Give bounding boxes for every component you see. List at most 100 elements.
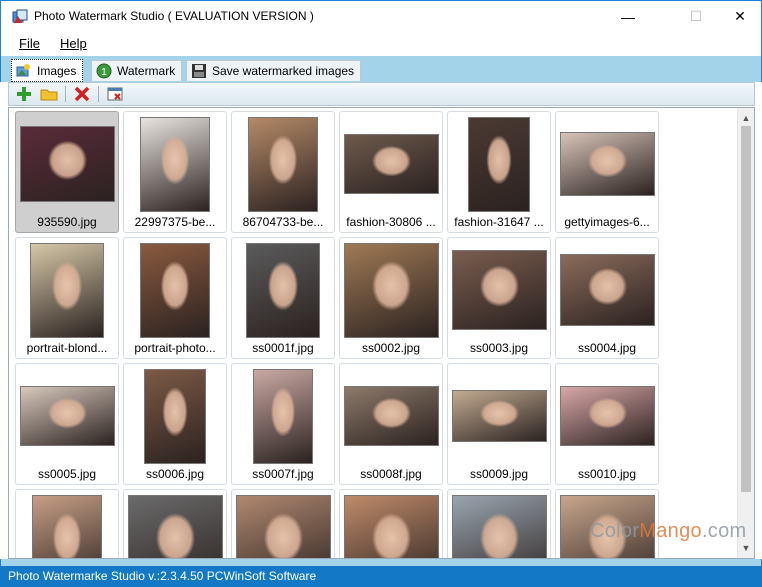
- window-title: Photo Watermark Studio ( EVALUATION VERS…: [34, 9, 314, 23]
- chevron-down-icon: ▼: [741, 543, 751, 553]
- image-thumbnail-item[interactable]: fashion-30806 ...: [339, 111, 443, 233]
- images-icon: [16, 63, 30, 76]
- thumbnail-filename: 935590.jpg: [37, 215, 97, 229]
- image-gallery[interactable]: 935590.jpg 22997375-be... 86704733-be... fa…: [8, 107, 755, 559]
- scroll-up-button[interactable]: ▲: [738, 110, 754, 126]
- tab-save-label: Save watermarked images: [212, 64, 355, 78]
- image-thumbnail-item[interactable]: 22997375-be...: [123, 111, 227, 233]
- thumbnail-filename: ss0005.jpg: [37, 467, 97, 481]
- menu-bar: File Help: [0, 32, 762, 56]
- save-icon: [192, 64, 206, 78]
- photo-thumbnail: [236, 495, 331, 558]
- thumbnail-filename: 86704733-be...: [242, 215, 324, 229]
- clear-list-button[interactable]: [106, 85, 124, 103]
- photo-thumbnail: [344, 243, 439, 338]
- image-thumbnail-item[interactable]: portrait-photo...: [123, 237, 227, 359]
- folder-icon: [40, 89, 58, 101]
- thumbnail-filename: fashion-31647 ...: [454, 215, 544, 229]
- watermark-part1: Color: [590, 520, 640, 542]
- photo-thumbnail: [344, 386, 439, 446]
- close-button[interactable]: ✕: [717, 1, 762, 32]
- thumbnail-filename: ss0006.jpg: [145, 467, 205, 481]
- thumbnail-filename: portrait-photo...: [134, 341, 216, 355]
- menu-file[interactable]: File: [19, 36, 40, 51]
- photo-thumbnail: [20, 126, 115, 202]
- tab-watermark-label: Watermark: [117, 64, 176, 78]
- image-thumbnail-item[interactable]: 935590.jpg: [15, 111, 119, 233]
- minimize-icon: —: [621, 8, 635, 25]
- maximize-button[interactable]: ☐: [673, 1, 719, 32]
- thumbnail-filename: ss0009.jpg: [469, 467, 529, 481]
- bottom-spacer: [0, 559, 762, 566]
- watermark-part3: .com: [701, 520, 747, 542]
- thumbnail-filename: gettyimages-6...: [564, 215, 650, 229]
- add-images-button[interactable]: [15, 85, 33, 103]
- image-thumbnail-item[interactable]: ss0001f.jpg: [231, 237, 335, 359]
- photo-thumbnail: [144, 369, 206, 464]
- image-thumbnail-item[interactable]: [339, 489, 443, 558]
- image-thumbnail-item[interactable]: [123, 489, 227, 558]
- image-thumbnail-item[interactable]: ss0004.jpg: [555, 237, 659, 359]
- thumbnail-filename: 22997375-be...: [134, 215, 216, 229]
- image-thumbnail-item[interactable]: ss0007f.jpg: [231, 363, 335, 485]
- image-thumbnail-item[interactable]: ss0010.jpg: [555, 363, 659, 485]
- svg-text:1: 1: [101, 67, 107, 78]
- image-thumbnail-item[interactable]: ss0002.jpg: [339, 237, 443, 359]
- photo-thumbnail: [253, 369, 313, 464]
- scrollbar-thumb[interactable]: [741, 126, 751, 492]
- status-text: Photo Watermarke Studio v.:2.3.4.50 PCWi…: [8, 569, 317, 583]
- remove-image-button[interactable]: [73, 85, 91, 103]
- image-thumbnail-item[interactable]: 86704733-be...: [231, 111, 335, 233]
- photo-thumbnail: [128, 495, 223, 558]
- tab-watermark[interactable]: 1 Watermark: [91, 60, 183, 81]
- thumbnail-filename: ss0010.jpg: [577, 467, 637, 481]
- watermark-part2: Mango: [639, 520, 702, 542]
- photo-thumbnail: [32, 495, 102, 558]
- photo-thumbnail: [20, 386, 115, 446]
- photo-thumbnail: [452, 390, 547, 442]
- toolbar-separator: [98, 86, 99, 102]
- image-thumbnail-item[interactable]: ss0008f.jpg: [339, 363, 443, 485]
- image-thumbnail-item[interactable]: gettyimages-6...: [555, 111, 659, 233]
- site-watermark: ColorMango.com: [590, 520, 747, 543]
- menu-help[interactable]: Help: [60, 36, 87, 51]
- thumbnail-filename: portrait-blond...: [26, 341, 108, 355]
- image-thumbnail-item[interactable]: [15, 489, 119, 558]
- photo-thumbnail: [560, 386, 655, 446]
- title-bar: Photo Watermark Studio ( EVALUATION VERS…: [0, 0, 762, 32]
- image-toolbar: [8, 82, 755, 106]
- photo-thumbnail: [452, 495, 547, 558]
- photo-thumbnail: [452, 250, 547, 330]
- photo-thumbnail: [468, 117, 530, 212]
- menu-file-label: File: [19, 36, 40, 51]
- image-thumbnail-item[interactable]: [231, 489, 335, 558]
- chevron-up-icon: ▲: [741, 113, 751, 123]
- vertical-scrollbar[interactable]: ▲ ▼: [737, 108, 754, 558]
- tab-images[interactable]: Images: [11, 59, 84, 82]
- add-folder-button[interactable]: [40, 85, 58, 103]
- add-icon: [17, 87, 31, 101]
- photo-thumbnail: [560, 132, 655, 196]
- photo-thumbnail: [344, 134, 439, 194]
- tab-save[interactable]: Save watermarked images: [186, 60, 362, 81]
- thumbnail-filename: fashion-30806 ...: [346, 215, 436, 229]
- image-thumbnail-item[interactable]: fashion-31647 ...: [447, 111, 551, 233]
- photo-thumbnail: [344, 495, 439, 558]
- toolbar-separator: [65, 86, 66, 102]
- image-thumbnail-item[interactable]: ss0009.jpg: [447, 363, 551, 485]
- tab-images-label: Images: [37, 63, 77, 78]
- watermark-icon: 1: [96, 63, 112, 79]
- photo-thumbnail: [560, 254, 655, 326]
- image-thumbnail-item[interactable]: ss0006.jpg: [123, 363, 227, 485]
- app-icon: [12, 9, 28, 23]
- image-thumbnail-item[interactable]: [447, 489, 551, 558]
- tab-strip: Images 1 Watermark Save watermarked imag…: [0, 56, 762, 82]
- image-thumbnail-item[interactable]: ss0005.jpg: [15, 363, 119, 485]
- image-thumbnail-item[interactable]: portrait-blond...: [15, 237, 119, 359]
- photo-thumbnail: [248, 117, 318, 212]
- photo-thumbnail: [140, 243, 210, 338]
- minimize-button[interactable]: —: [605, 1, 651, 32]
- image-thumbnail-item[interactable]: ss0003.jpg: [447, 237, 551, 359]
- close-icon: ✕: [734, 8, 746, 24]
- thumbnail-filename: ss0003.jpg: [469, 341, 529, 355]
